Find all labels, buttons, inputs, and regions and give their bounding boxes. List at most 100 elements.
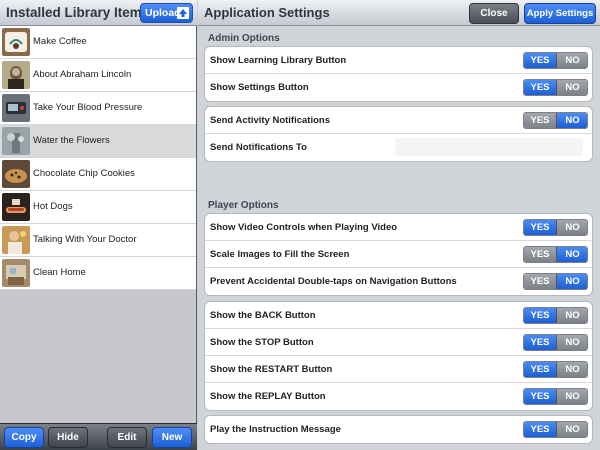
setting-label: Show the STOP Button (210, 337, 314, 348)
library-list: Make Coffee About Abraham Lincoln Take Y… (0, 26, 196, 290)
player-options-group: Show Video Controls when Playing Video Y… (204, 213, 593, 296)
toggle-yes[interactable]: YES (524, 362, 556, 377)
flowers-thumbnail (2, 127, 30, 155)
edit-button[interactable]: Edit (107, 427, 147, 448)
toggle-no[interactable]: NO (556, 220, 587, 235)
toggle-no[interactable]: NO (556, 80, 587, 95)
setting-label: Send Notifications To (210, 142, 307, 153)
setting-row-instruction-message: Play the Instruction Message YES NO (205, 416, 592, 443)
toggle-yes[interactable]: YES (524, 335, 556, 350)
yes-no-toggle[interactable]: YES NO (523, 307, 588, 324)
setting-row-show-learning-library: Show Learning Library Button YES NO (205, 47, 592, 74)
setting-row-video-controls: Show Video Controls when Playing Video Y… (205, 214, 592, 241)
clean-home-thumbnail (2, 259, 30, 287)
library-title: Installed Library Items (6, 5, 150, 20)
setting-row-restart-button: Show the RESTART Button YES NO (205, 356, 592, 383)
settings-panel: Application Settings Close Apply Setting… (198, 0, 600, 450)
hot-dogs-thumbnail (2, 193, 30, 221)
app-window: Installed Library Items Upload Make Coff… (0, 0, 600, 450)
toggle-no[interactable]: NO (556, 53, 587, 68)
library-panel: Installed Library Items Upload Make Coff… (0, 0, 197, 450)
doctor-thumbnail (2, 226, 30, 254)
setting-label: Prevent Accidental Double-taps on Naviga… (210, 276, 457, 287)
library-header: Installed Library Items Upload (0, 0, 197, 26)
yes-no-toggle[interactable]: YES NO (523, 52, 588, 69)
toggle-yes[interactable]: YES (524, 308, 556, 323)
yes-no-toggle[interactable]: YES NO (523, 112, 588, 129)
toggle-yes[interactable]: YES (524, 53, 556, 68)
new-button[interactable]: New (152, 427, 192, 448)
setting-label: Show Settings Button (210, 82, 309, 93)
toggle-yes[interactable]: YES (524, 247, 556, 262)
setting-row-stop-button: Show the STOP Button YES NO (205, 329, 592, 356)
settings-title: Application Settings (204, 5, 330, 20)
setting-row-scale-images: Scale Images to Fill the Screen YES NO (205, 241, 592, 268)
library-item[interactable]: Clean Home (0, 257, 196, 290)
setting-label: Scale Images to Fill the Screen (210, 249, 350, 260)
setting-label: Show Learning Library Button (210, 55, 347, 66)
coffee-thumbnail (2, 28, 30, 56)
setting-row-show-settings: Show Settings Button YES NO (205, 74, 592, 101)
library-toolbar: Copy Hide Edit New (0, 423, 197, 450)
yes-no-toggle[interactable]: YES NO (523, 219, 588, 236)
toggle-yes[interactable]: YES (524, 113, 556, 128)
hide-button[interactable]: Hide (48, 427, 88, 448)
notification-recipient-field[interactable] (395, 138, 583, 156)
setting-row-send-notifications: Send Activity Notifications YES NO (205, 107, 592, 134)
yes-no-toggle[interactable]: YES NO (523, 79, 588, 96)
library-item[interactable]: About Abraham Lincoln (0, 59, 196, 92)
setting-label: Play the Instruction Message (210, 424, 341, 435)
yes-no-toggle[interactable]: YES NO (523, 273, 588, 290)
toggle-no[interactable]: NO (556, 422, 587, 437)
yes-no-toggle[interactable]: YES NO (523, 361, 588, 378)
library-item-label: About Abraham Lincoln (33, 69, 132, 80)
toggle-no[interactable]: NO (556, 247, 587, 262)
blood-pressure-thumbnail (2, 94, 30, 122)
setting-label: Show the RESTART Button (210, 364, 333, 375)
notification-options-group: Send Activity Notifications YES NO Send … (204, 106, 593, 162)
library-item-label: Make Coffee (33, 36, 87, 47)
toggle-no[interactable]: NO (556, 389, 587, 404)
toggle-no[interactable]: NO (556, 335, 587, 350)
library-item-label: Take Your Blood Pressure (33, 102, 143, 113)
toggle-yes[interactable]: YES (524, 80, 556, 95)
library-item-label: Hot Dogs (33, 201, 73, 212)
toggle-no[interactable]: NO (556, 308, 587, 323)
toggle-no[interactable]: NO (556, 113, 587, 128)
library-item[interactable]: Water the Flowers (0, 125, 196, 158)
yes-no-toggle[interactable]: YES NO (523, 246, 588, 263)
toggle-yes[interactable]: YES (524, 220, 556, 235)
yes-no-toggle[interactable]: YES NO (523, 421, 588, 438)
apply-settings-button[interactable]: Apply Settings (524, 3, 596, 24)
setting-label: Show the BACK Button (210, 310, 316, 321)
cookies-thumbnail (2, 160, 30, 188)
library-item-label: Water the Flowers (33, 135, 110, 146)
yes-no-toggle[interactable]: YES NO (523, 388, 588, 405)
yes-no-toggle[interactable]: YES NO (523, 334, 588, 351)
library-item[interactable]: Make Coffee (0, 26, 196, 59)
library-item[interactable]: Talking With Your Doctor (0, 224, 196, 257)
setting-label: Send Activity Notifications (210, 115, 330, 126)
admin-options-group: Show Learning Library Button YES NO Show… (204, 46, 593, 102)
copy-button[interactable]: Copy (4, 427, 44, 448)
setting-row-prevent-double-taps: Prevent Accidental Double-taps on Naviga… (205, 268, 592, 295)
toggle-yes[interactable]: YES (524, 422, 556, 437)
close-button[interactable]: Close (469, 3, 519, 24)
library-item[interactable]: Chocolate Chip Cookies (0, 158, 196, 191)
toggle-yes[interactable]: YES (524, 389, 556, 404)
navigation-buttons-group: Show the BACK Button YES NO Show the STO… (204, 301, 593, 411)
library-item-label: Chocolate Chip Cookies (33, 168, 135, 179)
library-item[interactable]: Hot Dogs (0, 191, 196, 224)
library-item-label: Clean Home (33, 267, 86, 278)
setting-label: Show the REPLAY Button (210, 391, 326, 402)
library-item[interactable]: Take Your Blood Pressure (0, 92, 196, 125)
toggle-no[interactable]: NO (556, 274, 587, 289)
upload-button[interactable]: Upload (140, 3, 193, 23)
toggle-yes[interactable]: YES (524, 274, 556, 289)
upload-button-label: Upload (145, 7, 181, 19)
setting-label: Show Video Controls when Playing Video (210, 222, 398, 233)
setting-row-back-button: Show the BACK Button YES NO (205, 302, 592, 329)
settings-header: Application Settings Close Apply Setting… (198, 0, 600, 26)
upload-arrow-icon (177, 7, 189, 19)
toggle-no[interactable]: NO (556, 362, 587, 377)
